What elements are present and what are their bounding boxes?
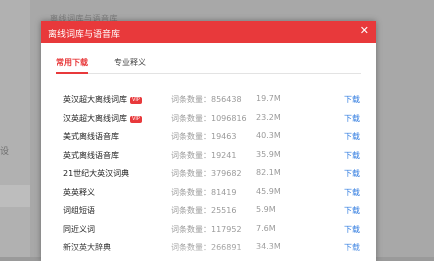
download-button[interactable]: 下载 [344,187,360,198]
background-sidebar-label: 设 [0,147,10,157]
item-name: 英汉超大离线词库 VIP [63,94,142,105]
item-entry-count: 词条数量：81419 [171,187,237,197]
item-name: 同近义词 [63,224,95,235]
item-name: 英式离线语音库 [63,150,119,161]
download-button[interactable]: 下载 [344,94,360,105]
item-entry-count: 词条数量：19463 [171,132,237,141]
item-file-size: 7.6M [256,223,276,233]
list-item: 词组短语 词条数量：25516 5.9M 下载 [63,202,363,221]
vip-badge: VIP [130,115,142,123]
item-file-size: 35.9M [256,149,281,159]
list-item: 英汉超大离线词库 VIP 词条数量：856438 19.7M 下载 [63,91,363,110]
item-file-size: 40.3M [256,131,281,140]
item-name-text: 英汉超大离线词库 [63,95,127,104]
tab-common-downloads[interactable]: 常用下载 [56,57,88,74]
item-entry-count: 词条数量：856438 [171,95,242,104]
tab-professional-definitions[interactable]: 专业释义 [114,57,146,72]
list-item: 新汉英大辞典 词条数量：266891 34.3M 下载 [63,239,363,258]
offline-library-dialog: 离线词库与语音库 ✕ 常用下载 专业释义 英汉超大离线词库 VIP 词条数量：856… [41,21,376,261]
item-name-text: 英式离线语音库 [63,150,119,160]
download-button[interactable]: 下载 [344,168,360,179]
item-file-size: 5.9M [256,205,276,214]
item-file-size: 82.1M [256,168,281,177]
list-item: 美式离线语音库 词条数量：19463 40.3M 下载 [63,128,363,147]
item-file-size: 19.7M [256,94,281,103]
list-item: 汉英超大离线词库 VIP 词条数量：1096816 23.2M 下载 [63,110,363,129]
download-button[interactable]: 下载 [344,131,360,142]
item-name: 词组短语 [63,205,95,216]
item-entry-count: 词条数量：379682 [171,169,242,178]
item-name-text: 21世纪大英汉词典 [63,169,130,178]
item-entry-count: 词条数量：25516 [171,206,237,215]
item-name: 英英释义 [63,187,95,198]
item-entry-count: 词条数量：117952 [171,224,242,234]
item-name: 汉英超大离线词库 VIP [63,113,142,124]
dialog-titlebar: 离线词库与语音库 ✕ [41,21,376,43]
download-button[interactable]: 下载 [344,224,360,235]
item-file-size: 45.9M [256,186,281,196]
dialog-title: 离线词库与语音库 [48,30,121,40]
item-name-text: 同近义词 [63,224,95,234]
download-button[interactable]: 下载 [344,150,360,161]
list-item: 同近义词 词条数量：117952 7.6M 下载 [63,221,363,240]
download-button[interactable]: 下载 [344,113,360,124]
item-name-text: 汉英超大离线词库 [63,113,127,123]
close-icon[interactable]: ✕ [360,25,369,37]
list-item: 21世纪大英汉词典 词条数量：379682 82.1M 下载 [63,165,363,184]
tab-bar: 常用下载 专业释义 [56,57,361,74]
item-entry-count: 词条数量：19241 [171,150,237,160]
item-entry-count: 词条数量：1096816 [171,113,247,123]
download-button[interactable]: 下载 [344,242,360,253]
item-name: 新汉英大辞典 [63,242,111,253]
item-name: 美式离线语音库 [63,131,119,142]
vip-badge: VIP [130,97,142,104]
list-item: 英英释义 词条数量：81419 45.9M 下载 [63,184,363,203]
background-sidebar [0,0,30,257]
item-name-text: 英英释义 [63,187,95,197]
item-entry-count: 词条数量：266891 [171,243,242,252]
item-name-text: 新汉英大辞典 [63,243,111,252]
download-button[interactable]: 下载 [344,205,360,216]
item-file-size: 34.3M [256,242,281,251]
background-sidebar-selected [0,185,30,207]
item-name-text: 词组短语 [63,206,95,215]
download-list: 英汉超大离线词库 VIP 词条数量：856438 19.7M 下载 汉英超大离线词库 VIP… [63,91,363,258]
item-name: 21世纪大英汉词典 [63,168,129,179]
list-item: 英式离线语音库 词条数量：19241 35.9M 下载 [63,147,363,166]
item-name-text: 美式离线语音库 [63,132,119,141]
item-file-size: 23.2M [256,112,281,122]
